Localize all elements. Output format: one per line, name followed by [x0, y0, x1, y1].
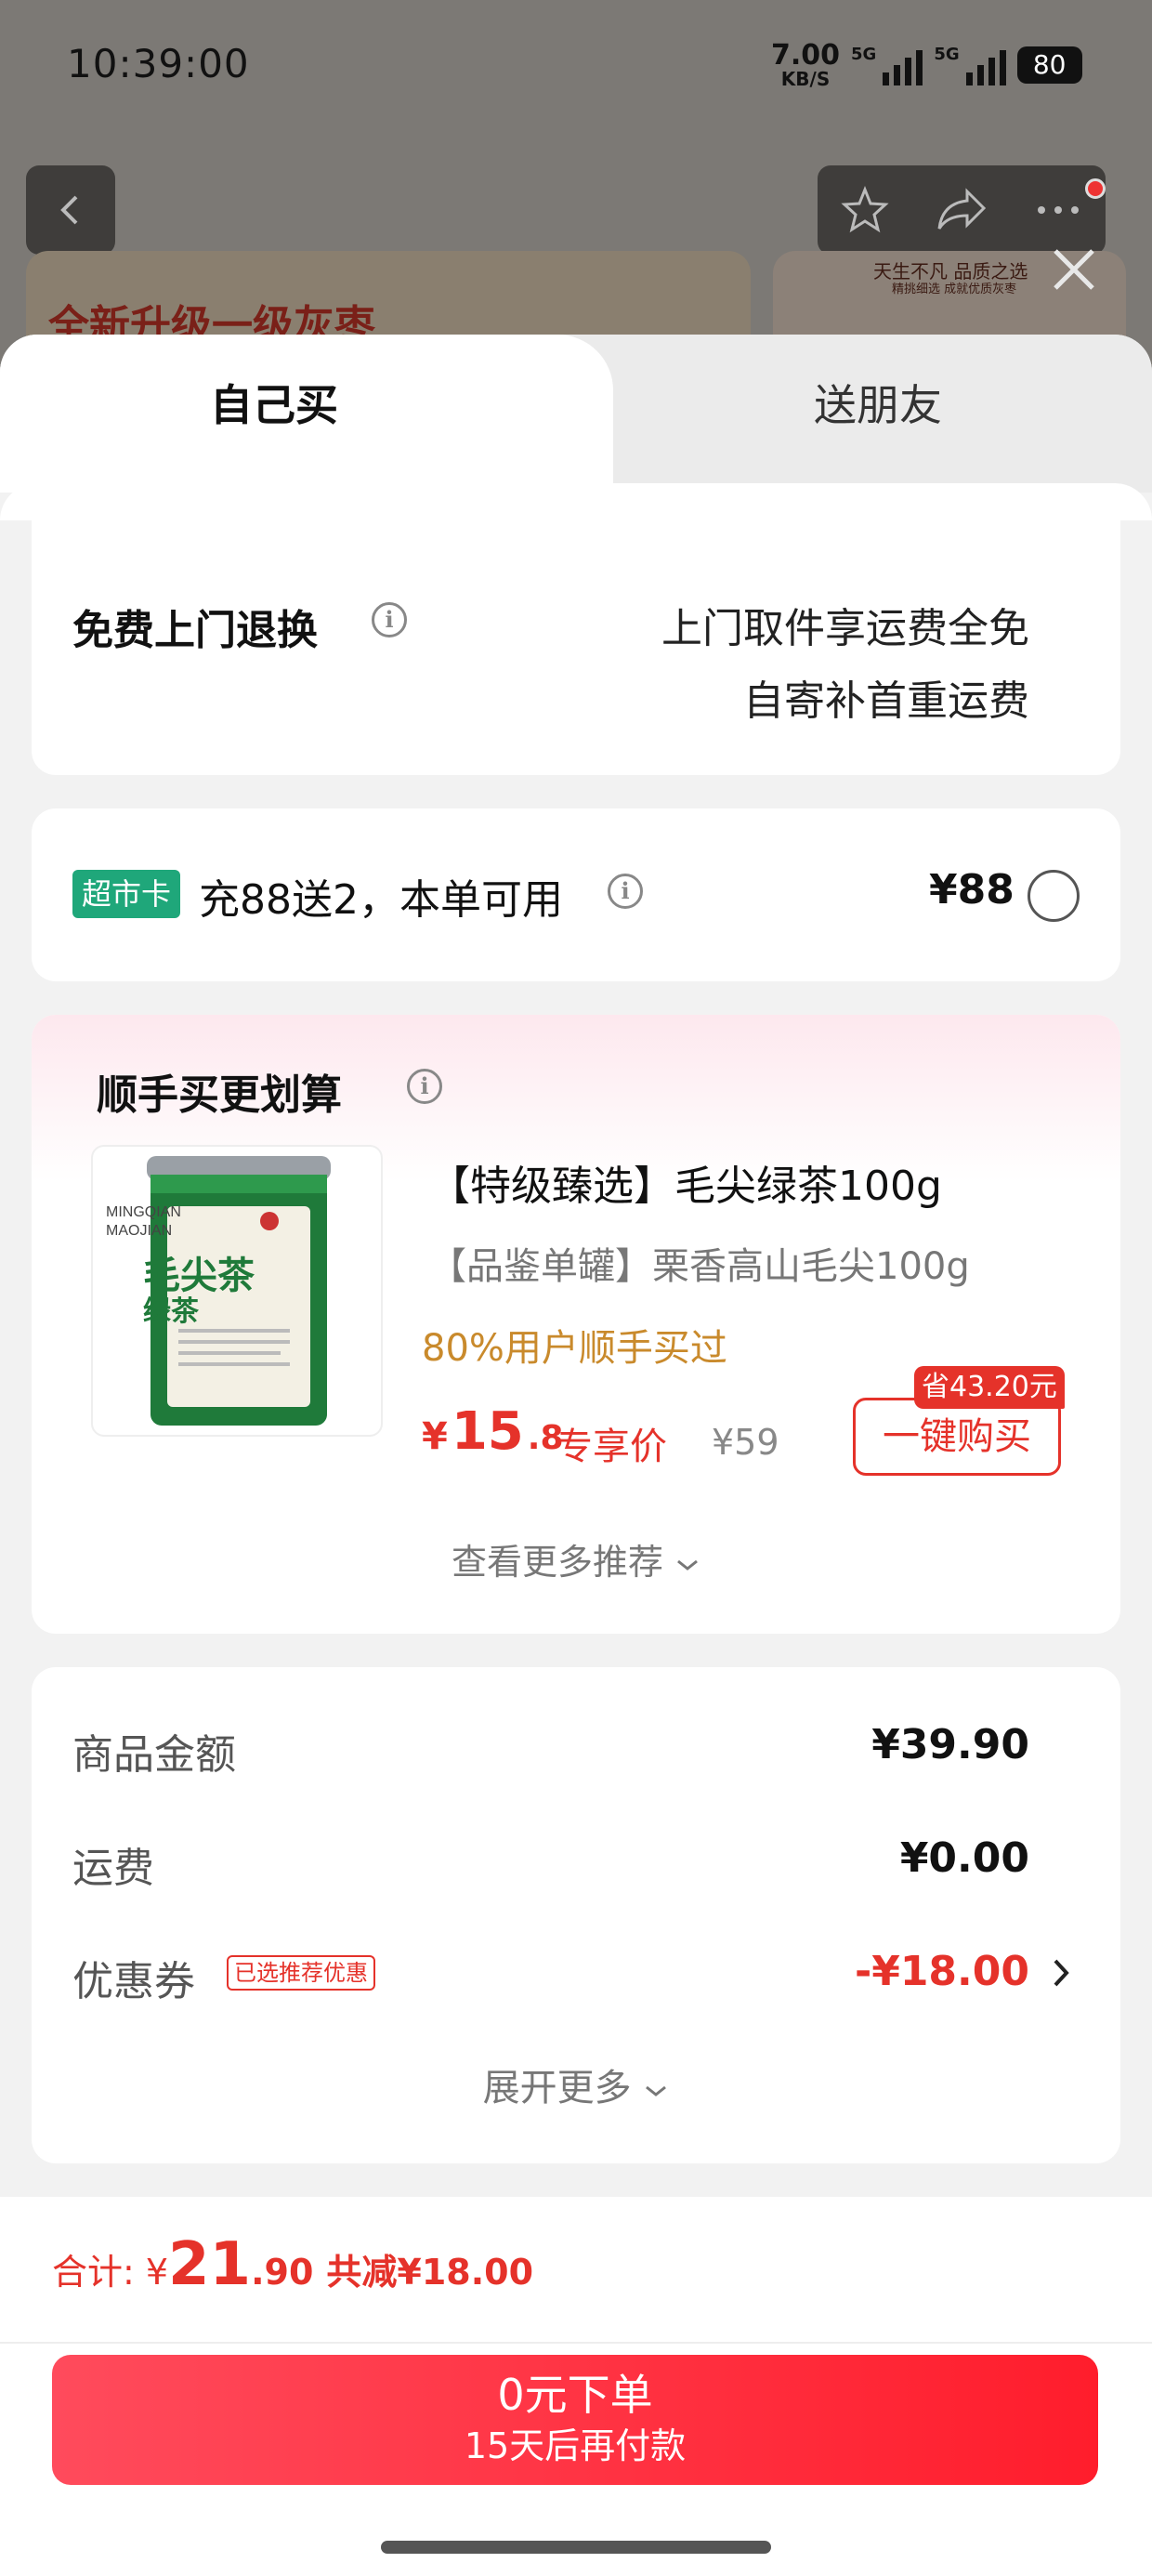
- product-bought-rate: 80%用户顺手买过: [422, 1327, 727, 1370]
- banner-right-sub: 精挑细选 成就优质灰枣: [892, 283, 1017, 296]
- save-amount-tag: 省43.20元: [914, 1366, 1065, 1409]
- back-arrow-icon: [60, 195, 78, 225]
- more-recommend-link[interactable]: 查看更多推荐: [32, 1533, 1120, 1584]
- coupon-value[interactable]: -¥18.00: [658, 1948, 1029, 1995]
- chevron-down-icon: [646, 2085, 667, 2096]
- expand-more-label: 展开更多: [482, 2067, 632, 2109]
- notification-dot: [1085, 178, 1106, 199]
- can-text-en2: MAOJIAN: [106, 1223, 173, 1239]
- signal-label-2: 5G: [934, 45, 960, 64]
- signal-icon-2: 5G: [934, 45, 1006, 85]
- total-savings: 共减¥18.00: [326, 2252, 534, 2293]
- net-speed-unit: KB/S: [780, 68, 831, 90]
- return-service-line2: 自寄补首重运费: [743, 677, 1029, 725]
- signal-label: 5G: [851, 45, 877, 64]
- coupon-tag: 已选推荐优惠: [227, 1955, 375, 1991]
- product-price-tag: 专享价: [556, 1426, 667, 1468]
- goods-amount-label: 商品金额: [72, 1731, 236, 1779]
- can-text-cn2: 绿茶: [143, 1295, 199, 1328]
- expand-more-link[interactable]: 展开更多: [32, 2057, 1120, 2111]
- shipping-value: ¥0.00: [899, 1834, 1029, 1882]
- net-speed-value: 7.00: [771, 39, 841, 72]
- product-price: ¥ 15 .8: [422, 1401, 564, 1462]
- more-icon[interactable]: [1032, 184, 1084, 236]
- status-time: 10:39:00: [67, 41, 250, 86]
- place-order-button[interactable]: 0元下单 15天后再付款: [52, 2355, 1098, 2485]
- can-text-en1: MINGQIAN: [106, 1204, 181, 1220]
- tab-friend[interactable]: 送朋友: [604, 372, 1152, 433]
- info-icon[interactable]: i: [372, 602, 407, 637]
- return-service-line1: 上门取件享运费全免: [661, 605, 1029, 652]
- product-subtitle: 【品鉴单罐】栗香高山毛尖100g: [429, 1245, 970, 1288]
- star-icon[interactable]: [839, 184, 891, 236]
- battery-icon: 80: [1016, 46, 1082, 84]
- recommend-title: 顺手买更划算: [97, 1071, 342, 1119]
- status-indicators: 7.00 KB/S 5G 5G 80: [771, 37, 1082, 93]
- member-card-text: 充88送2，本单可用: [199, 876, 563, 924]
- member-card-price: ¥88: [929, 866, 1015, 913]
- product-original-price: ¥59: [712, 1422, 779, 1463]
- member-card-radio[interactable]: [1028, 870, 1080, 922]
- total-integer: 21: [168, 2230, 252, 2299]
- coupon-label: 优惠券: [72, 1958, 195, 2005]
- price-currency: ¥: [422, 1415, 448, 1458]
- back-button[interactable]: [26, 165, 115, 255]
- chevron-right-icon[interactable]: [1050, 1957, 1074, 1989]
- order-total: 合计: ¥ 21 .90 共减¥18.00: [52, 2230, 533, 2299]
- total-currency: ¥: [145, 2252, 168, 2293]
- product-name[interactable]: 【特级臻选】毛尖绿茶100g: [429, 1152, 942, 1212]
- goods-amount-value: ¥39.90: [871, 1721, 1029, 1768]
- close-icon[interactable]: [1046, 242, 1102, 297]
- info-icon[interactable]: i: [608, 874, 643, 909]
- total-label: 合计:: [52, 2252, 135, 2293]
- total-decimal: .90: [251, 2252, 314, 2293]
- order-button-main: 0元下单: [497, 2370, 653, 2420]
- share-icon[interactable]: [934, 184, 989, 236]
- signal-icon: 5G: [851, 45, 923, 85]
- one-click-buy-button[interactable]: 一键购买: [853, 1398, 1061, 1476]
- return-service-title: 免费上门退换: [72, 607, 318, 654]
- price-integer: 15: [451, 1401, 524, 1462]
- chevron-down-icon: [677, 1559, 698, 1571]
- more-recommend-label: 查看更多推荐: [451, 1542, 663, 1583]
- tab-self[interactable]: 自己买: [0, 372, 548, 433]
- net-speed: 7.00 KB/S: [771, 39, 841, 90]
- footer-divider: [0, 2342, 1152, 2344]
- home-indicator[interactable]: [381, 2541, 771, 2554]
- order-button-sub: 15天后再付款: [464, 2425, 687, 2466]
- info-icon[interactable]: i: [407, 1069, 442, 1104]
- shipping-label: 运费: [72, 1845, 154, 1892]
- member-card-badge: 超市卡: [72, 870, 181, 918]
